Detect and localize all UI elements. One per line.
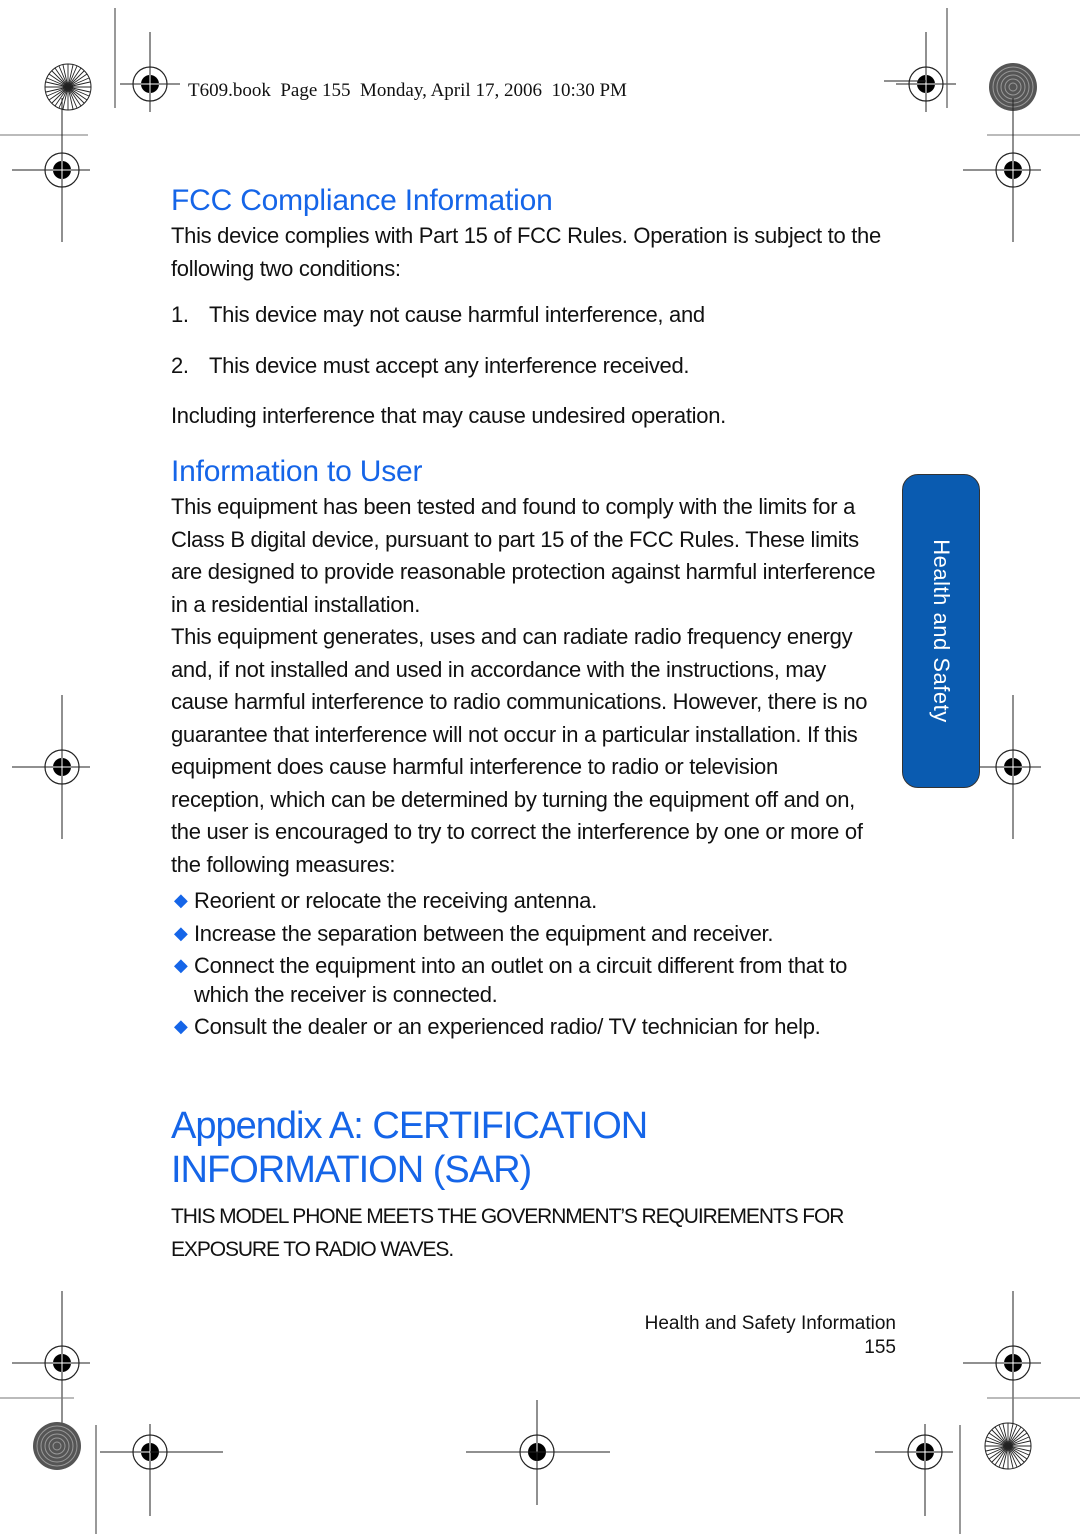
registration-mark-icon [11, 694, 91, 840]
fcc-intro: This device complies with Part 15 of FCC… [171, 223, 881, 281]
registration-mark-icon [962, 1290, 1042, 1436]
info-paragraph-1: This equipment has been tested and found… [171, 494, 876, 617]
info-to-user-title: Information to User [171, 455, 423, 488]
fcc-section: FCC Compliance Information This device c… [171, 184, 891, 433]
diamond-bullet-icon: ◆ [174, 1016, 188, 1036]
starburst-mark-icon [984, 1422, 1032, 1470]
registration-mark-icon [11, 1290, 91, 1436]
diamond-bullet-icon: ◆ [174, 923, 188, 943]
measure-item: ◆ Consult the dealer or an experienced r… [170, 1011, 883, 1042]
registration-mark-icon [11, 97, 91, 243]
info-to-user-section: Information to User This equipment has b… [171, 455, 883, 1042]
footer-page-number: 155 [864, 1337, 896, 1358]
print-header-line: T609.book Page 155 Monday, April 17, 200… [188, 80, 627, 101]
appendix-statement: THIS MODEL PHONE MEETS THE GOVERNMENT’S … [171, 1205, 844, 1261]
condition-item: 2. This device must accept any interfere… [171, 350, 891, 382]
condition-text: This device must accept any interference… [209, 353, 690, 378]
concentric-mark-icon [32, 1421, 82, 1471]
appendix-title: Appendix A: CERTIFICATION INFORMATION (S… [171, 1105, 648, 1191]
section-side-tab: Health and Safety [902, 474, 980, 788]
starburst-mark-icon [44, 63, 92, 111]
fcc-section-title: FCC Compliance Information [171, 184, 553, 217]
registration-mark-icon [99, 1423, 179, 1517]
measure-item: ◆ Connect the equipment into an outlet o… [170, 951, 884, 1009]
condition-number: 1. [171, 302, 189, 327]
condition-item: 1. This device may not cause harmful int… [171, 299, 891, 331]
registration-mark-icon [119, 31, 181, 113]
measures-list: ◆ Reorient or relocate the receiving ant… [171, 885, 883, 1042]
info-paragraph-2: This equipment generates, uses and can r… [171, 624, 868, 877]
diamond-bullet-icon: ◆ [174, 955, 188, 975]
condition-text: This device may not cause harmful interf… [209, 302, 705, 327]
footer-section-title: Health and Safety Information [644, 1313, 896, 1334]
measure-text: Consult the dealer or an experienced rad… [194, 1014, 821, 1039]
measure-item: ◆ Increase the separation between the eq… [170, 918, 883, 949]
appendix-section: Appendix A: CERTIFICATION INFORMATION (S… [171, 1104, 896, 1266]
measure-text: Connect the equipment into an outlet on … [194, 953, 848, 1007]
fcc-closing: Including interference that may cause un… [171, 403, 726, 428]
condition-number: 2. [171, 353, 189, 378]
measure-text: Increase the separation between the equi… [194, 921, 774, 946]
side-tab-label: Health and Safety [929, 539, 954, 723]
measure-item: ◆ Reorient or relocate the receiving ant… [170, 885, 883, 916]
measure-text: Reorient or relocate the receiving anten… [194, 888, 597, 913]
registration-mark-icon [874, 1423, 954, 1517]
registration-mark-icon [962, 97, 1042, 243]
diamond-bullet-icon: ◆ [174, 890, 188, 910]
